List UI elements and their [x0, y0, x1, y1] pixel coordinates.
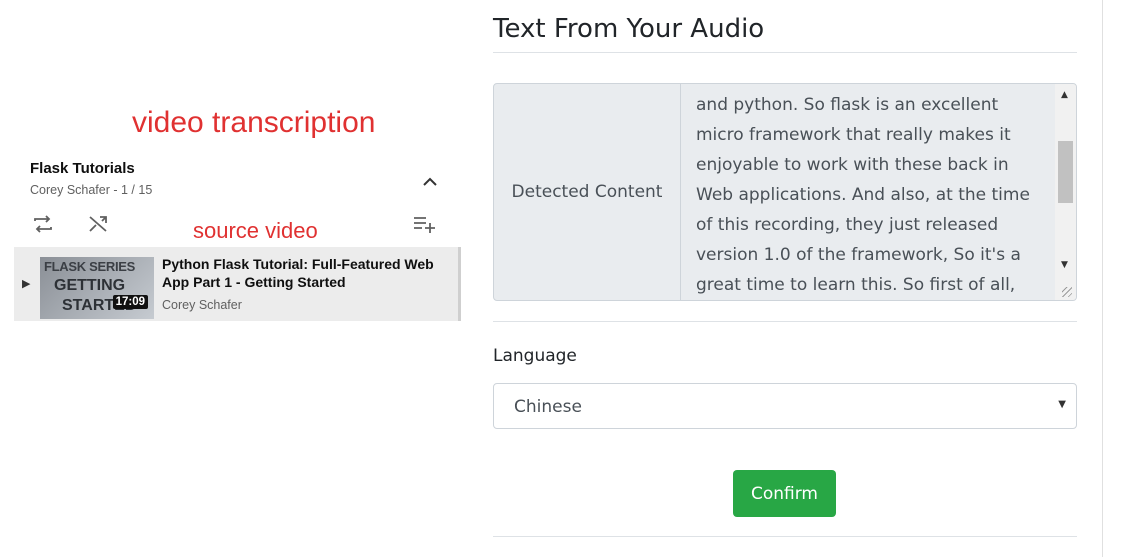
- scrollbar-thumb[interactable]: [1058, 141, 1073, 203]
- video-title[interactable]: Python Flask Tutorial: Full-Featured Web…: [162, 255, 452, 291]
- add-to-queue-icon[interactable]: [411, 212, 437, 236]
- language-select[interactable]: Chinese ▼: [493, 383, 1077, 429]
- language-label: Language: [493, 346, 577, 366]
- divider: [493, 321, 1077, 322]
- video-transcription-annotation: video transcription: [132, 106, 376, 139]
- language-select-value: Chinese: [514, 397, 582, 417]
- detected-content-label: Detected Content: [494, 84, 681, 300]
- play-indicator-icon: ▶: [22, 277, 31, 290]
- detected-content-group: Detected Content and python. So flask is…: [493, 83, 1077, 301]
- video-author: Corey Schafer: [162, 298, 242, 312]
- textarea-scrollbar[interactable]: ▲ ▼: [1055, 84, 1076, 300]
- confirm-button[interactable]: Confirm: [733, 470, 836, 517]
- duration-badge: 17:09: [112, 295, 148, 309]
- playlist-title[interactable]: Flask Tutorials: [30, 160, 135, 177]
- transcription-text: and python. So flask is an excellent mic…: [696, 95, 1030, 295]
- source-video-annotation: source video: [193, 218, 318, 243]
- shuffle-icon[interactable]: [86, 212, 112, 236]
- transcription-textarea[interactable]: and python. So flask is an excellent mic…: [681, 84, 1076, 300]
- page-title: Text From Your Audio: [493, 14, 765, 44]
- resize-grip-icon[interactable]: [1062, 287, 1072, 297]
- playlist-subtitle: Corey Schafer - 1 / 15: [30, 183, 153, 197]
- scroll-up-arrow-icon[interactable]: ▲: [1061, 90, 1068, 100]
- repeat-icon[interactable]: [30, 212, 56, 236]
- thumbnail-text-line1: FLASK SERIES: [44, 259, 136, 274]
- chevron-up-icon[interactable]: [420, 172, 440, 192]
- divider: [493, 536, 1077, 537]
- scroll-down-arrow-icon[interactable]: ▼: [1061, 260, 1068, 270]
- video-thumbnail[interactable]: FLASK SERIES GETTING STARTED 17:09: [40, 257, 154, 319]
- divider: [493, 52, 1077, 53]
- select-caret-icon: ▼: [1058, 399, 1066, 410]
- thumbnail-text-line2: GETTING: [54, 277, 126, 294]
- page-edge-divider: [1102, 0, 1103, 557]
- playlist-item[interactable]: ▶ FLASK SERIES GETTING STARTED 17:09 Pyt…: [14, 247, 461, 321]
